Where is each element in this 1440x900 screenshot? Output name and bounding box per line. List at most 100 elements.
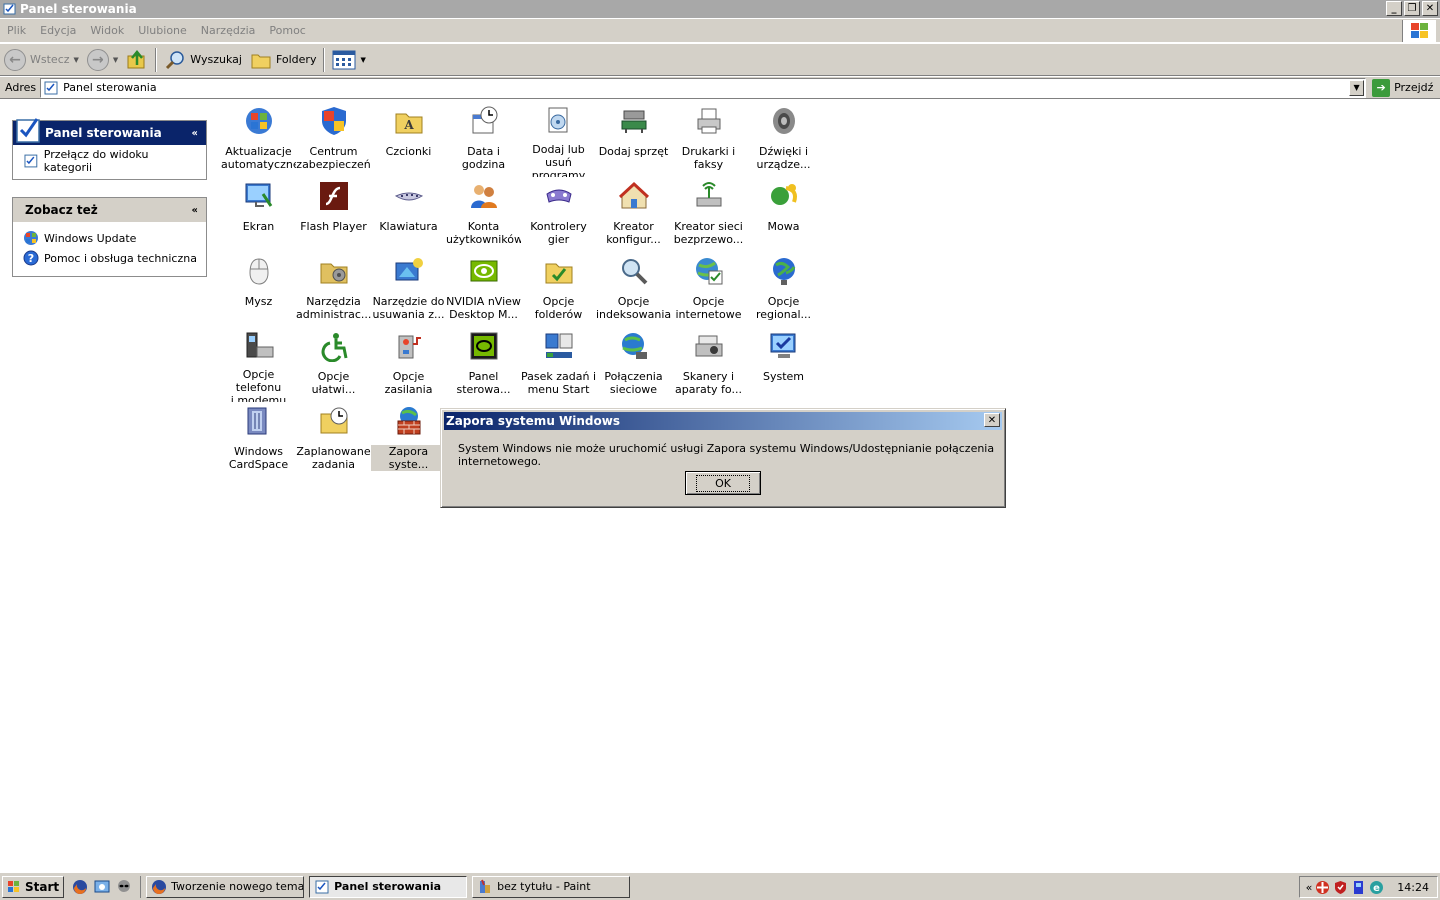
control-panel-item[interactable]: Opcje internetowe bbox=[671, 252, 746, 327]
dialog-title-bar[interactable]: Zapora systemu Windows ✕ bbox=[444, 412, 1002, 430]
collapse-icon[interactable]: « bbox=[192, 205, 198, 216]
control-panel-item[interactable]: Pasek zadań i menu Start bbox=[521, 327, 596, 402]
control-panel-item[interactable]: Windows CardSpace bbox=[221, 402, 296, 477]
control-panel-item-label: Klawiatura bbox=[379, 220, 438, 233]
address-dropdown-button[interactable]: ▼ bbox=[1349, 79, 1365, 96]
chevron-down-icon[interactable]: ▼ bbox=[360, 56, 365, 64]
control-panel-item[interactable]: Skanery i aparaty fo... bbox=[671, 327, 746, 402]
security-center-icon[interactable] bbox=[1315, 880, 1330, 895]
control-panel-item[interactable]: Narzędzia administrac... bbox=[296, 252, 371, 327]
taskbar-item-firefox[interactable]: Tworzenie nowego tema... bbox=[146, 875, 305, 898]
menu-edit[interactable]: Edycja bbox=[33, 24, 83, 37]
control-panel-item[interactable]: Flash Player bbox=[296, 177, 371, 252]
control-panel-item[interactable]: Kreator sieci bezprzewo... bbox=[671, 177, 746, 252]
switch-category-view-link[interactable]: Przełącz do widoku kategorii bbox=[23, 148, 198, 174]
control-panel-item-label: Pasek zadań i menu Start bbox=[521, 370, 596, 396]
control-panel-item-icon bbox=[242, 254, 276, 288]
show-desktop-icon[interactable] bbox=[94, 879, 110, 895]
minimize-button[interactable]: _ bbox=[1386, 1, 1402, 16]
control-panel-item-icon bbox=[542, 329, 576, 363]
taskbar-item-paint[interactable]: bez tytułu - Paint bbox=[472, 875, 631, 898]
control-panel-item[interactable]: Opcje regional... bbox=[746, 252, 821, 327]
menu-help[interactable]: Pomoc bbox=[262, 24, 312, 37]
control-panel-item[interactable]: A Czcionki bbox=[371, 102, 446, 177]
control-panel-item[interactable]: Data i godzina bbox=[446, 102, 521, 177]
chevron-down-icon[interactable]: ▼ bbox=[113, 56, 118, 64]
menu-file[interactable]: Plik bbox=[0, 24, 33, 37]
control-panel-item[interactable]: Aktualizacje automatyczne bbox=[221, 102, 296, 177]
control-panel-item-label: Dodaj lub usuń programy bbox=[531, 143, 586, 177]
menu-favorites[interactable]: Ulubione bbox=[131, 24, 194, 37]
control-panel-item-icon bbox=[242, 329, 276, 361]
search-button[interactable]: Wyszukaj bbox=[160, 46, 246, 74]
chevron-down-icon[interactable]: ▼ bbox=[74, 56, 79, 64]
see-also-taskbox-header[interactable]: Zobacz też « bbox=[13, 198, 206, 222]
dialog-ok-button[interactable]: OK bbox=[685, 471, 761, 495]
control-panel-item-label: Kreator konfigur... bbox=[606, 220, 661, 246]
network-icon[interactable] bbox=[1351, 880, 1366, 895]
taskbar-item-control-panel[interactable]: Panel sterowania bbox=[309, 875, 468, 898]
go-button[interactable]: ➔ Przejdź bbox=[1372, 78, 1433, 97]
toolbar: ← Wstecz ▼ → ▼ Wyszukaj Foldery ▼ bbox=[0, 44, 1440, 76]
control-panel-item[interactable]: Kreator konfigur... bbox=[596, 177, 671, 252]
start-button[interactable]: Start bbox=[2, 875, 65, 898]
control-panel-item[interactable]: Drukarki i faksy bbox=[671, 102, 746, 177]
control-panel-item-icon bbox=[467, 329, 501, 363]
control-panel-item[interactable]: Opcje zasilania bbox=[371, 327, 446, 402]
control-panel-item-label: Aktualizacje automatyczne bbox=[221, 145, 296, 171]
window-title: Panel sterowania bbox=[20, 2, 137, 16]
control-panel-item-icon bbox=[392, 329, 426, 363]
control-panel-item[interactable]: Opcje indeksowania bbox=[596, 252, 671, 327]
control-panel-item[interactable]: Zaplanowane zadania bbox=[296, 402, 371, 477]
views-button[interactable]: ▼ bbox=[328, 46, 369, 74]
control-panel-item-icon bbox=[242, 404, 276, 438]
control-panel-item[interactable]: Mysz bbox=[221, 252, 296, 327]
menu-tools[interactable]: Narzędzia bbox=[194, 24, 263, 37]
control-panel-item[interactable]: Zapora syste... bbox=[371, 402, 446, 477]
control-panel-item[interactable]: Dźwięki i urządze... bbox=[746, 102, 821, 177]
see-also-title: Zobacz też bbox=[25, 203, 98, 217]
control-panel-item[interactable]: System bbox=[746, 327, 821, 402]
close-button[interactable]: ✕ bbox=[1422, 1, 1438, 16]
control-panel-item[interactable]: Konta użytkowników bbox=[446, 177, 521, 252]
search-icon bbox=[166, 50, 185, 69]
address-field[interactable]: Panel sterowania ▼ bbox=[40, 77, 1367, 98]
taskbar: Start Tworzenie nowego tema... Panel ste… bbox=[0, 872, 1440, 900]
control-panel-item[interactable]: Klawiatura bbox=[371, 177, 446, 252]
control-panel-item[interactable]: Opcje folderów bbox=[521, 252, 596, 327]
control-panel-item-icon bbox=[317, 104, 351, 138]
title-bar[interactable]: Panel sterowania _ ❐ ✕ bbox=[0, 0, 1440, 18]
forward-button[interactable]: → ▼ bbox=[83, 46, 122, 74]
control-panel-item[interactable]: Narzędzie do usuwania z... bbox=[371, 252, 446, 327]
shield-icon[interactable] bbox=[1333, 880, 1348, 895]
control-panel-item[interactable]: Dodaj lub usuń programy bbox=[521, 102, 596, 177]
control-panel-item-label: Kontrolery gier bbox=[530, 220, 587, 246]
control-panel-item[interactable]: Połączenia sieciowe bbox=[596, 327, 671, 402]
control-panel-item-icon bbox=[317, 179, 351, 213]
back-button[interactable]: ← Wstecz ▼ bbox=[0, 46, 83, 74]
collapse-icon[interactable]: « bbox=[192, 128, 198, 139]
folders-button[interactable]: Foldery bbox=[246, 46, 321, 74]
control-panel-item-label: Opcje zasilania bbox=[384, 370, 433, 396]
restore-button[interactable]: ❐ bbox=[1404, 1, 1420, 16]
up-folder-button[interactable] bbox=[122, 46, 152, 74]
help-support-link[interactable]: ? Pomoc i obsługa techniczna bbox=[23, 248, 198, 268]
ie-icon[interactable]: e bbox=[1369, 880, 1384, 895]
control-panel-item[interactable]: Centrum zabezpieczeń bbox=[296, 102, 371, 177]
control-panel-item[interactable]: NVIDIA nView Desktop M... bbox=[446, 252, 521, 327]
menu-view[interactable]: Widok bbox=[83, 24, 131, 37]
dialog-close-button[interactable]: ✕ bbox=[984, 413, 1000, 427]
tray-expand-button[interactable]: « bbox=[1306, 881, 1313, 894]
control-panel-item[interactable]: Dodaj sprzęt bbox=[596, 102, 671, 177]
windows-update-link[interactable]: Windows Update bbox=[23, 228, 198, 248]
control-panel-item[interactable]: Opcje telefonu i modemu bbox=[221, 327, 296, 402]
control-panel-item[interactable]: Panel sterowa... bbox=[446, 327, 521, 402]
control-panel-item[interactable]: Ekran bbox=[221, 177, 296, 252]
control-panel-item[interactable]: Kontrolery gier bbox=[521, 177, 596, 252]
switch-category-view-label: Przełącz do widoku kategorii bbox=[43, 148, 149, 174]
control-panel-item[interactable]: Opcje ułatwi... bbox=[296, 327, 371, 402]
alien-icon[interactable] bbox=[116, 879, 132, 895]
control-panel-item-label: Opcje folderów bbox=[534, 295, 583, 321]
control-panel-item[interactable]: Mowa bbox=[746, 177, 821, 252]
firefox-icon[interactable] bbox=[72, 879, 88, 895]
